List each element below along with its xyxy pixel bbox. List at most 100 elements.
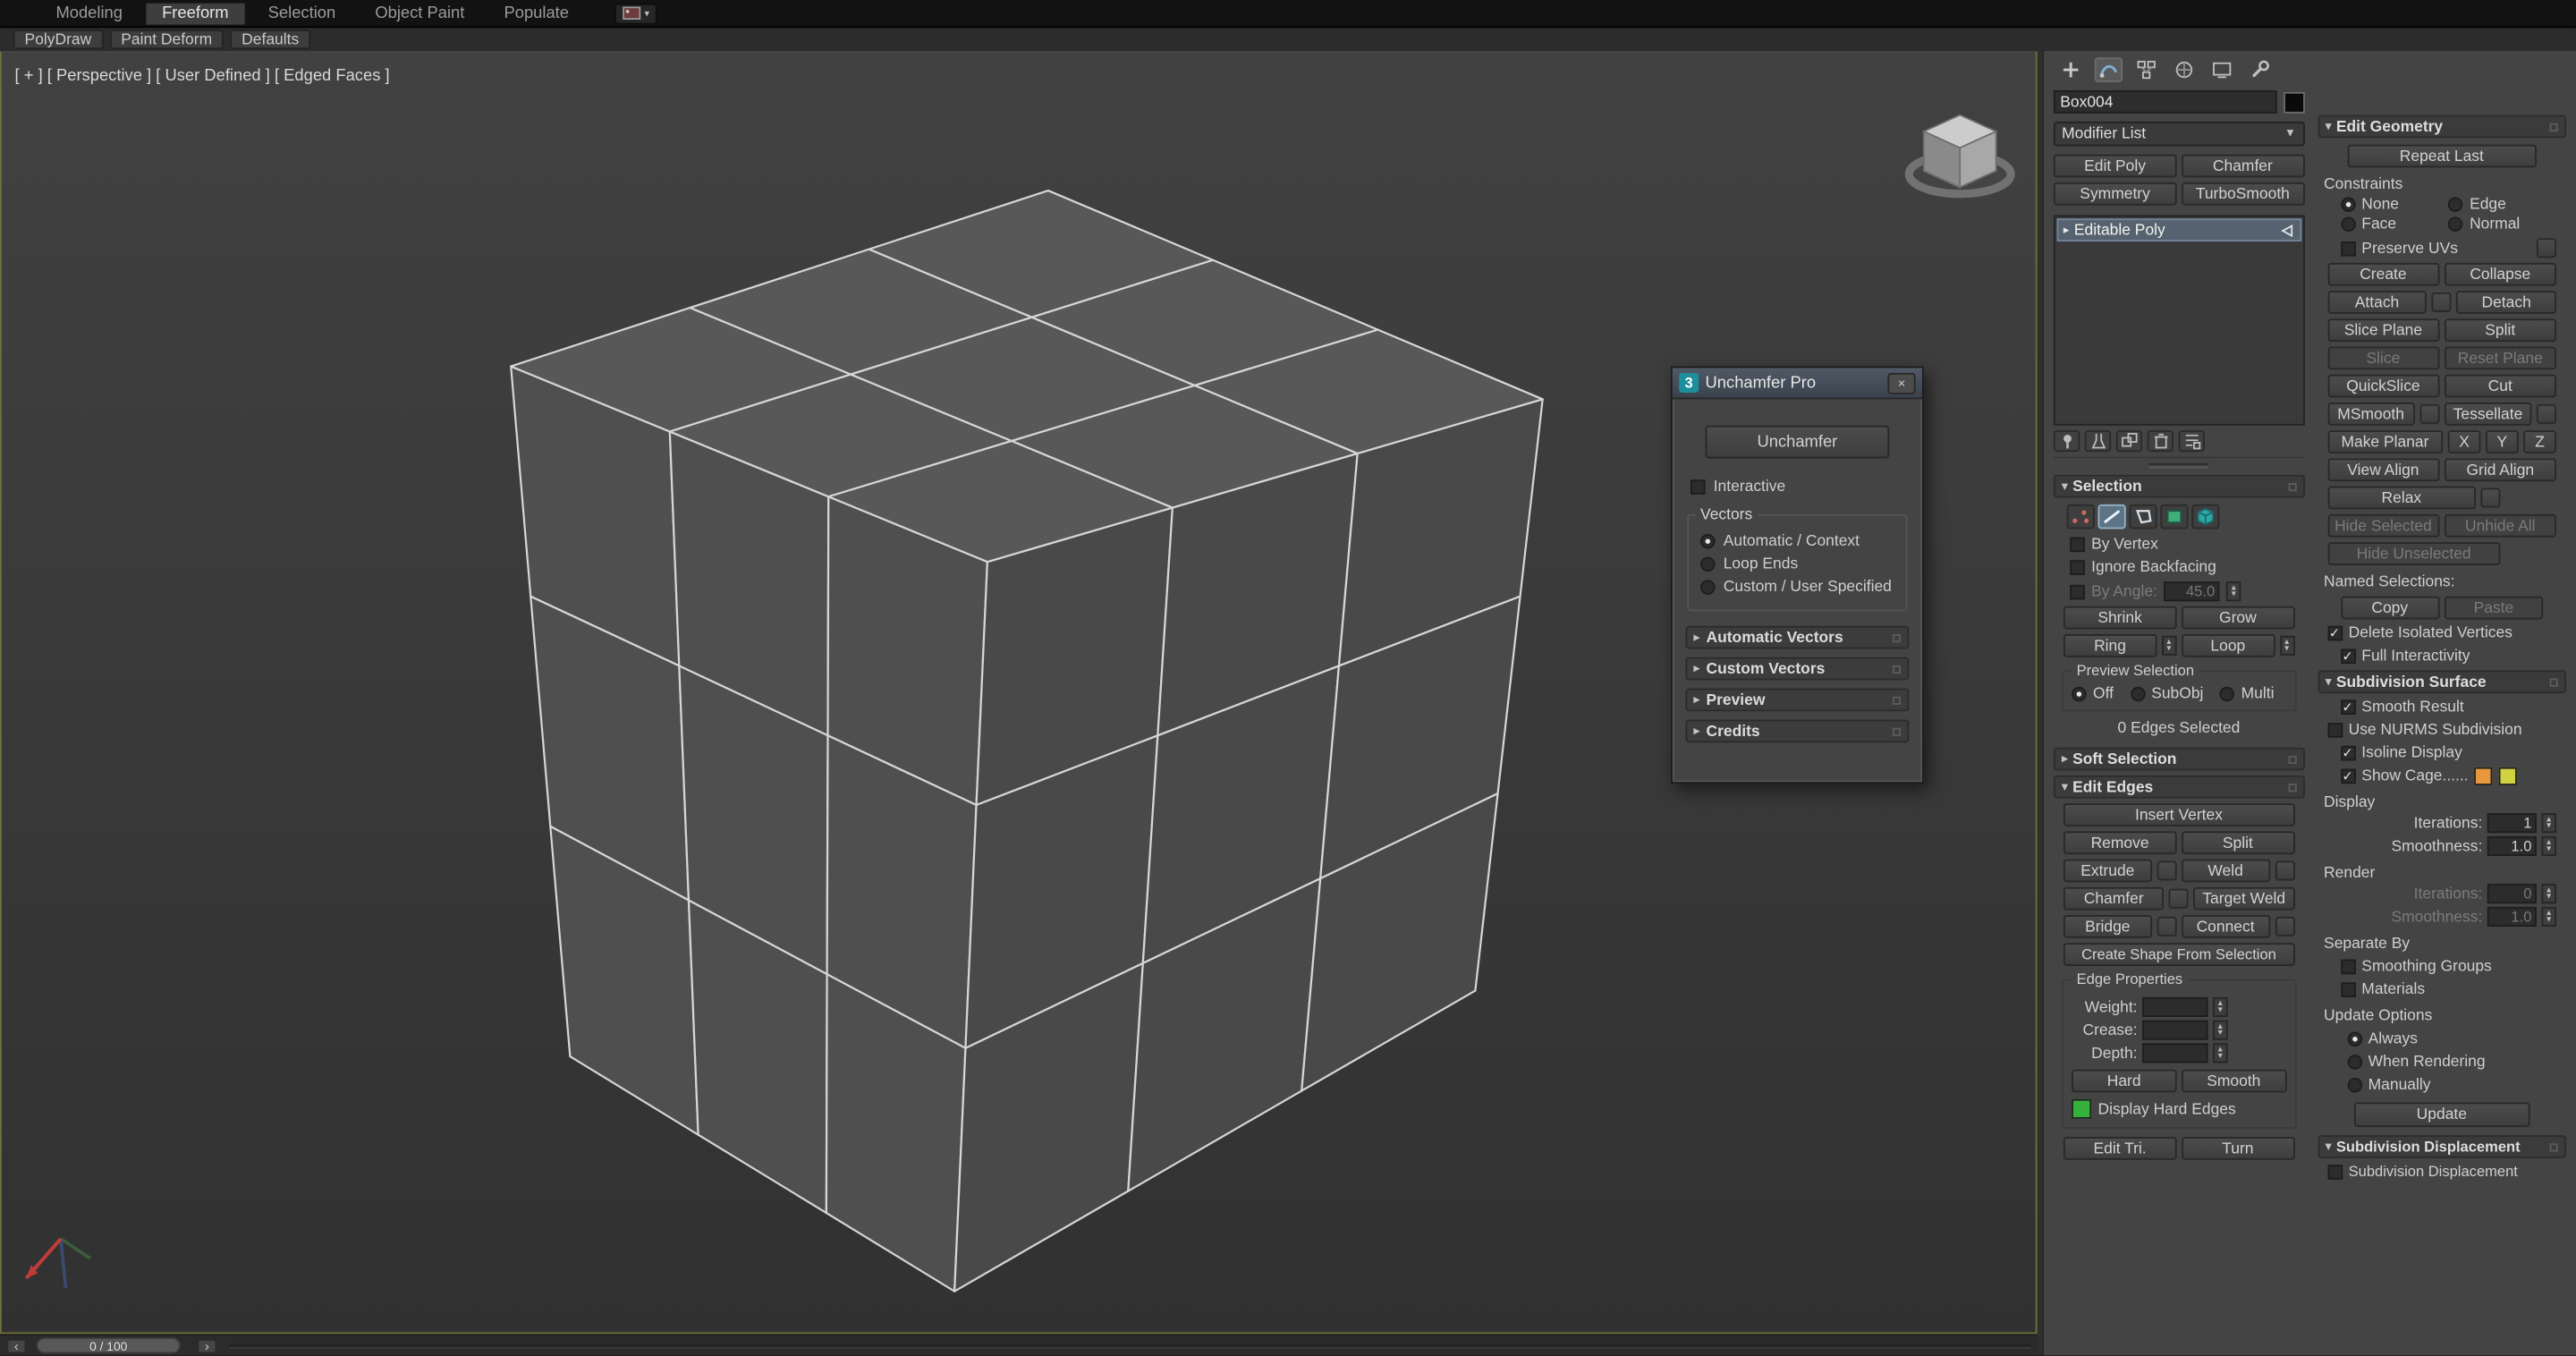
- hide-unselected-button[interactable]: Hide Unselected: [2326, 542, 2501, 565]
- custom-user-specified-radio[interactable]: [1700, 580, 1716, 595]
- make-planar-z-button[interactable]: Z: [2523, 430, 2556, 453]
- ribbon-tab-freeform[interactable]: Freeform: [145, 2, 245, 24]
- extrude-settings-button[interactable]: [2157, 860, 2177, 881]
- extrude-button[interactable]: Extrude: [2063, 859, 2152, 883]
- display-smoothness-value[interactable]: 1.0: [2487, 835, 2537, 856]
- turn-button[interactable]: Turn: [2181, 1137, 2294, 1160]
- delete-isolated-vertices-checkbox[interactable]: ✓: [2326, 625, 2343, 641]
- quickslice-button[interactable]: QuickSlice: [2326, 374, 2440, 398]
- hard-button[interactable]: Hard: [2072, 1069, 2177, 1093]
- make-unique-icon[interactable]: [2115, 430, 2143, 453]
- by-angle-value[interactable]: 45.0: [2164, 581, 2220, 602]
- edge-subobject-icon[interactable]: [2097, 504, 2126, 530]
- ribbon-panel-polydraw[interactable]: PolyDraw: [13, 30, 104, 50]
- slice-button[interactable]: Slice: [2326, 346, 2440, 370]
- hard-edges-color-swatch[interactable]: [2072, 1098, 2092, 1119]
- close-icon[interactable]: ×: [1887, 372, 1916, 394]
- automatic-context-radio[interactable]: [1700, 533, 1716, 549]
- symmetry-button[interactable]: Symmetry: [2053, 182, 2177, 206]
- vertex-subobject-icon[interactable]: [2066, 504, 2095, 530]
- reset-plane-button[interactable]: Reset Plane: [2444, 346, 2556, 370]
- insert-vertex-button[interactable]: Insert Vertex: [2063, 803, 2294, 826]
- make-planar-x-button[interactable]: X: [2447, 430, 2481, 453]
- update-when-rendering-radio[interactable]: [2346, 1055, 2362, 1070]
- shrink-button[interactable]: Shrink: [2063, 606, 2177, 630]
- smooth-button[interactable]: Smooth: [2181, 1069, 2286, 1093]
- unchamfer-button[interactable]: Unchamfer: [1705, 425, 1890, 459]
- update-manually-radio[interactable]: [2346, 1077, 2362, 1093]
- subdivision-displacement-checkbox[interactable]: [2326, 1164, 2343, 1179]
- pin-stack-icon[interactable]: [2053, 430, 2080, 453]
- crease-value[interactable]: [2142, 1020, 2208, 1040]
- selection-rollout-header[interactable]: ▾ Selection: [2053, 474, 2305, 498]
- display-iterations-value[interactable]: 1: [2487, 813, 2537, 834]
- slice-plane-button[interactable]: Slice Plane: [2326, 318, 2440, 343]
- bridge-settings-button[interactable]: [2157, 916, 2177, 936]
- relax-settings-button[interactable]: [2480, 487, 2501, 508]
- motion-tab-icon[interactable]: [2170, 57, 2198, 82]
- edit-poly-button[interactable]: Edit Poly: [2053, 154, 2177, 178]
- automatic-vectors-rollout[interactable]: ▸ Automatic Vectors: [1685, 625, 1910, 649]
- viewcube-gizmo[interactable]: [1887, 86, 2032, 217]
- preview-multi-radio[interactable]: [2219, 686, 2235, 702]
- timeline-next-icon[interactable]: ›: [197, 1338, 217, 1354]
- detach-button[interactable]: Detach: [2456, 291, 2556, 314]
- render-smoothness-value[interactable]: 1.0: [2487, 906, 2537, 927]
- weight-spinner[interactable]: ▴ ▾: [2213, 996, 2228, 1017]
- use-nurms-checkbox[interactable]: [2326, 723, 2343, 738]
- show-end-result-icon[interactable]: [2084, 430, 2112, 453]
- render-iterations-spinner[interactable]: ▴ ▾: [2541, 884, 2556, 904]
- dialog-title-bar[interactable]: 3 Unchamfer Pro ×: [1672, 368, 1922, 400]
- ribbon-tab-object-paint[interactable]: Object Paint: [359, 3, 481, 24]
- preview-off-radio[interactable]: [2072, 686, 2087, 702]
- constraint-normal-radio[interactable]: [2448, 216, 2463, 232]
- repeat-last-button[interactable]: Repeat Last: [2346, 144, 2537, 168]
- ring-spinner[interactable]: ▴ ▾: [2161, 635, 2177, 656]
- utilities-tab-icon[interactable]: [2246, 57, 2274, 82]
- materials-checkbox[interactable]: [2340, 982, 2355, 997]
- weight-value[interactable]: [2142, 996, 2208, 1017]
- create-shape-from-selection-button[interactable]: Create Shape From Selection: [2063, 943, 2294, 966]
- remove-button[interactable]: Remove: [2063, 831, 2177, 855]
- connect-settings-button[interactable]: [2274, 916, 2294, 936]
- constraint-face-radio[interactable]: [2340, 216, 2355, 232]
- expand-arrow-icon[interactable]: ▸: [2063, 224, 2069, 237]
- modifier-list-dropdown[interactable]: Modifier List ▼: [2053, 121, 2305, 147]
- ribbon-tab-selection[interactable]: Selection: [251, 3, 352, 24]
- interactive-checkbox[interactable]: [1690, 479, 1706, 495]
- make-planar-y-button[interactable]: Y: [2485, 430, 2519, 453]
- copy-button[interactable]: Copy: [2340, 596, 2440, 620]
- border-subobject-icon[interactable]: [2129, 504, 2157, 530]
- attach-settings-button[interactable]: [2431, 292, 2452, 312]
- ring-button[interactable]: Ring: [2063, 633, 2157, 657]
- modifier-stack-item-editable-poly[interactable]: ▸ Editable Poly: [2056, 218, 2301, 242]
- remove-modifier-icon[interactable]: [2147, 430, 2174, 453]
- modifier-stack[interactable]: ▸ Editable Poly: [2053, 215, 2305, 426]
- cage-color-swatch[interactable]: [2474, 767, 2494, 785]
- unhide-all-button[interactable]: Unhide All: [2444, 513, 2556, 538]
- attach-button[interactable]: Attach: [2326, 291, 2428, 314]
- view-align-button[interactable]: View Align: [2326, 458, 2440, 482]
- preserve-uvs-settings-button[interactable]: [2536, 238, 2556, 258]
- isoline-display-checkbox[interactable]: ✓: [2340, 745, 2355, 761]
- cut-button[interactable]: Cut: [2444, 374, 2556, 398]
- credits-rollout[interactable]: ▸ Credits: [1685, 719, 1910, 743]
- render-iterations-value[interactable]: 0: [2487, 884, 2537, 904]
- target-weld-button[interactable]: Target Weld: [2193, 886, 2294, 911]
- ribbon-panel-defaults[interactable]: Defaults: [230, 30, 311, 50]
- update-button[interactable]: Update: [2353, 1102, 2530, 1127]
- object-name-field[interactable]: [2053, 90, 2276, 114]
- cage-selected-color-swatch[interactable]: [2499, 767, 2518, 785]
- render-smoothness-spinner[interactable]: ▴ ▾: [2541, 906, 2556, 927]
- tessellate-button[interactable]: Tessellate: [2444, 402, 2532, 426]
- full-interactivity-checkbox[interactable]: ✓: [2340, 648, 2355, 665]
- weld-button[interactable]: Weld: [2181, 859, 2270, 883]
- preview-subobj-radio[interactable]: [2130, 686, 2145, 702]
- turbosmooth-button[interactable]: TurboSmooth: [2181, 182, 2305, 206]
- loop-spinner[interactable]: ▴ ▾: [2279, 635, 2294, 656]
- time-slider[interactable]: 0 / 100: [36, 1337, 182, 1354]
- depth-value[interactable]: [2142, 1043, 2208, 1064]
- ribbon-tab-populate[interactable]: Populate: [487, 3, 585, 24]
- edit-geometry-rollout-header[interactable]: ▾ Edit Geometry: [2317, 114, 2566, 139]
- smooth-result-checkbox[interactable]: ✓: [2340, 699, 2355, 715]
